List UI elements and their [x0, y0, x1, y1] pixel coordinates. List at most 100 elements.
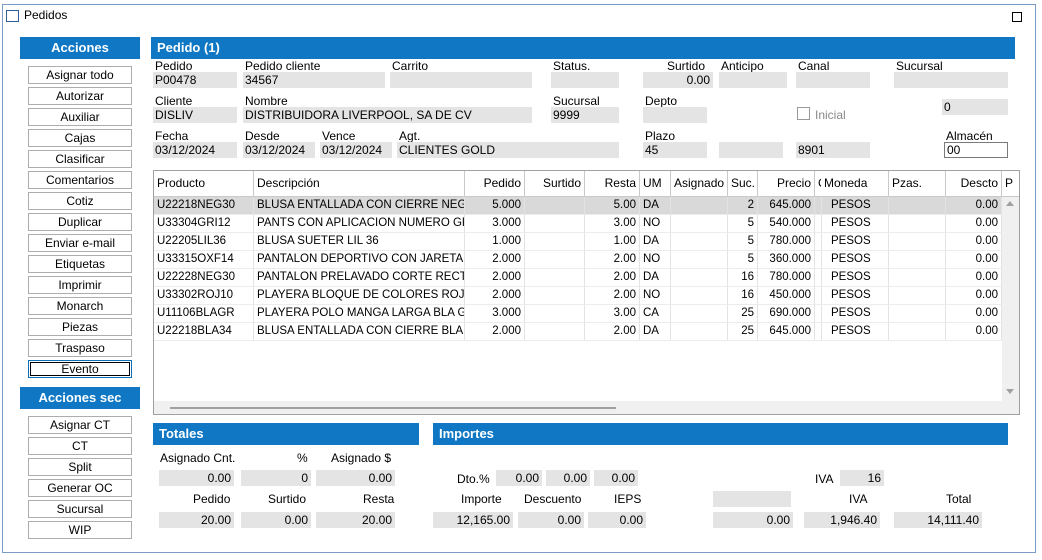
horizontal-scrollbar[interactable] — [154, 401, 1002, 414]
cell-um[interactable]: DA — [640, 269, 671, 287]
cell-pzas[interactable] — [889, 305, 946, 323]
pct-field[interactable]: 0 — [241, 470, 311, 486]
horizontal-scroll-thumb[interactable] — [170, 407, 616, 409]
anticipo-field[interactable] — [719, 72, 787, 88]
cell-suc[interactable]: 25 — [728, 305, 758, 323]
descuento-field[interactable]: 0.00 — [518, 512, 584, 528]
cell-moneda[interactable]: PESOS — [821, 269, 889, 287]
status-field[interactable] — [551, 72, 619, 88]
cell-asignado[interactable] — [671, 215, 728, 233]
cell-surtido[interactable] — [525, 305, 585, 323]
cell-precio[interactable]: 645.000 — [758, 197, 815, 215]
cell-producto[interactable]: U22218BLA34 — [154, 323, 254, 341]
piezas-button[interactable]: Piezas — [28, 318, 132, 336]
plazo-field[interactable]: 45 — [643, 142, 707, 158]
cell-um[interactable]: CA — [640, 305, 671, 323]
cell-producto[interactable]: U11106BLAGR — [154, 305, 254, 323]
column-header-asignado[interactable]: Asignado — [671, 171, 728, 197]
cell-producto[interactable]: U33304GRI12 — [154, 215, 254, 233]
cell-pzas[interactable] — [889, 269, 946, 287]
cell-resta[interactable]: 2.00 — [585, 269, 640, 287]
cell-suc[interactable]: 5 — [728, 215, 758, 233]
vertical-scrollbar[interactable] — [1002, 197, 1019, 414]
pedido-field[interactable]: P00478 — [153, 72, 237, 88]
evento-button[interactable]: Evento — [28, 360, 132, 378]
cell-resta[interactable]: 5.00 — [585, 197, 640, 215]
cell-um[interactable]: DA — [640, 197, 671, 215]
cell-descripcion[interactable]: PLAYERA POLO MANGA LARGA BLA GF — [254, 305, 465, 323]
cell-descto[interactable]: 0.00 — [946, 197, 1002, 215]
cell-descripcion[interactable]: BLUSA SUETER LIL 36 — [254, 233, 465, 251]
iva-pct-field[interactable]: 16 — [840, 470, 884, 486]
surtido-field[interactable]: 0.00 — [643, 72, 713, 88]
cell-precio[interactable]: 780.000 — [758, 269, 815, 287]
wip-button[interactable]: WIP — [28, 521, 132, 539]
cell-moneda[interactable]: PESOS — [821, 233, 889, 251]
cell-resta[interactable]: 3.00 — [585, 215, 640, 233]
cell-asignado[interactable] — [671, 251, 728, 269]
enviar-e-mail-button[interactable]: Enviar e-mail — [28, 234, 132, 252]
cell-precio[interactable]: 645.000 — [758, 323, 815, 341]
cell-surtido[interactable] — [525, 251, 585, 269]
cell-descripcion[interactable]: PANTALON PRELAVADO CORTE RECTO — [254, 269, 465, 287]
cell-resta[interactable]: 1.00 — [585, 233, 640, 251]
cell-moneda[interactable]: PESOS — [821, 323, 889, 341]
cell-descto[interactable]: 0.00 — [946, 287, 1002, 305]
cell-precio[interactable]: 360.000 — [758, 251, 815, 269]
cell-producto[interactable]: U22218NEG30 — [154, 197, 254, 215]
cell-resta[interactable]: 2.00 — [585, 287, 640, 305]
cell-moneda[interactable]: PESOS — [821, 305, 889, 323]
table-row[interactable]: U33302ROJ10 PLAYERA BLOQUE DE COLORES ROJ… — [154, 287, 1002, 305]
sucursal2-field[interactable]: 9999 — [551, 107, 619, 123]
cell-resta[interactable]: 2.00 — [585, 251, 640, 269]
cell-pedido[interactable]: 2.000 — [465, 287, 525, 305]
depto-field[interactable] — [643, 107, 707, 123]
plazo2-field[interactable] — [719, 142, 783, 158]
duplicar-button[interactable]: Duplicar — [28, 213, 132, 231]
importe-field[interactable]: 12,165.00 — [433, 512, 513, 528]
column-header-um[interactable]: UM — [640, 171, 671, 197]
column-header-surtido[interactable]: Surtido — [525, 171, 585, 197]
cell-um[interactable]: DA — [640, 323, 671, 341]
vence-field[interactable]: 03/12/2024 — [320, 142, 392, 158]
sucursal-button[interactable]: Sucursal — [28, 500, 132, 518]
cell-pedido[interactable]: 2.000 — [465, 251, 525, 269]
desde-field[interactable]: 03/12/2024 — [243, 142, 315, 158]
nombre-field[interactable]: DISTRIBUIDORA LIVERPOOL, SA DE CV — [243, 107, 532, 123]
table-row[interactable]: U22218NEG30 BLUSA ENTALLADA CON CIERRE NE… — [154, 197, 1002, 215]
cell-pedido[interactable]: 1.000 — [465, 233, 525, 251]
cell-pedido[interactable]: 5.000 — [465, 197, 525, 215]
cell-suc[interactable]: 25 — [728, 323, 758, 341]
cell-surtido[interactable] — [525, 233, 585, 251]
cell-producto[interactable]: U22205LIL36 — [154, 233, 254, 251]
cell-suc[interactable]: 2 — [728, 197, 758, 215]
agt-field[interactable]: CLIENTES GOLD — [397, 142, 619, 158]
column-header-precio[interactable]: Precio — [758, 171, 815, 197]
cell-suc[interactable]: 5 — [728, 233, 758, 251]
cell-suc[interactable]: 5 — [728, 251, 758, 269]
otro-field[interactable]: 0.00 — [713, 512, 793, 528]
dto1-field[interactable]: 0.00 — [496, 470, 542, 486]
cell-asignado[interactable] — [671, 233, 728, 251]
cell-um[interactable]: NO — [640, 287, 671, 305]
split-button[interactable]: Split — [28, 458, 132, 476]
cell-pzas[interactable] — [889, 287, 946, 305]
table-row[interactable]: U22228NEG30 PANTALON PRELAVADO CORTE RECT… — [154, 269, 1002, 287]
cell-asignado[interactable] — [671, 305, 728, 323]
cell-resta[interactable]: 2.00 — [585, 323, 640, 341]
pedido-cliente-field[interactable]: 34567 — [243, 72, 385, 88]
scroll-down-icon[interactable] — [1006, 389, 1014, 394]
maximize-button[interactable] — [1012, 12, 1022, 22]
etiquetas-button[interactable]: Etiquetas — [28, 255, 132, 273]
code-field[interactable]: 8901 — [796, 142, 870, 158]
cell-um[interactable]: DA — [640, 233, 671, 251]
column-header-pzas[interactable]: Pzas. — [889, 171, 946, 197]
cell-pedido[interactable]: 3.000 — [465, 305, 525, 323]
blank-field[interactable] — [713, 491, 791, 507]
cell-moneda[interactable]: PESOS — [821, 251, 889, 269]
cell-descto[interactable]: 0.00 — [946, 251, 1002, 269]
dto3-field[interactable]: 0.00 — [594, 470, 638, 486]
tot-pedido-field[interactable]: 20.00 — [159, 512, 234, 528]
cell-descto[interactable]: 0.00 — [946, 269, 1002, 287]
cell-suc[interactable]: 16 — [728, 287, 758, 305]
